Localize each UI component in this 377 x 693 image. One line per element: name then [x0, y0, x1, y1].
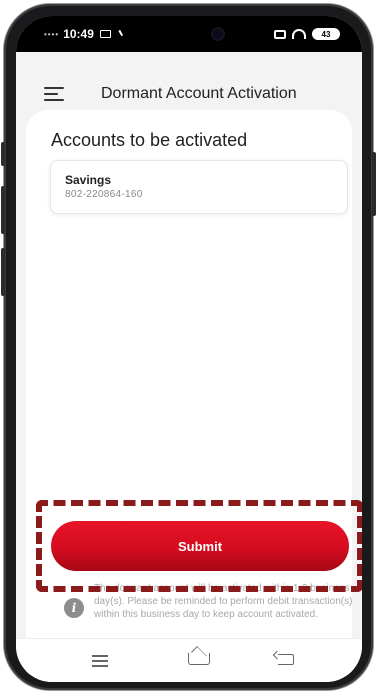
account-type: Savings — [65, 173, 112, 187]
home-icon[interactable] — [188, 653, 210, 665]
side-button — [1, 142, 5, 166]
battery-icon: 43 — [312, 28, 340, 40]
phone-frame: •••• 10:49 43 Dormant Account Activation — [1, 4, 376, 690]
volume-up-button — [1, 186, 5, 234]
system-nav-bar — [16, 638, 362, 682]
vibrate-icon — [274, 29, 286, 39]
battery-level: 43 — [321, 29, 331, 39]
page-title: Dormant Account Activation — [101, 85, 297, 102]
wifi-icon — [292, 29, 306, 39]
front-camera — [213, 29, 223, 39]
status-bar: •••• 10:49 43 — [16, 16, 362, 52]
mail-notification-icon — [99, 30, 111, 38]
section-title: Accounts to be activated — [51, 130, 248, 150]
power-button — [372, 152, 376, 216]
signal-dots-icon: •••• — [44, 29, 60, 39]
account-card[interactable]: Savings 802-220864-160 — [50, 160, 348, 214]
back-icon[interactable] — [278, 654, 294, 665]
volume-down-button — [1, 248, 5, 296]
recents-menu-icon[interactable] — [92, 655, 108, 667]
account-number: 802-220864-160 — [65, 189, 143, 200]
notification-icon — [114, 29, 124, 39]
highlight-annotation — [36, 500, 362, 592]
hamburger-menu-icon[interactable] — [44, 87, 64, 101]
status-time: 10:49 — [63, 27, 94, 41]
screen: •••• 10:49 43 Dormant Account Activation — [16, 16, 362, 682]
info-icon: i — [64, 598, 84, 618]
